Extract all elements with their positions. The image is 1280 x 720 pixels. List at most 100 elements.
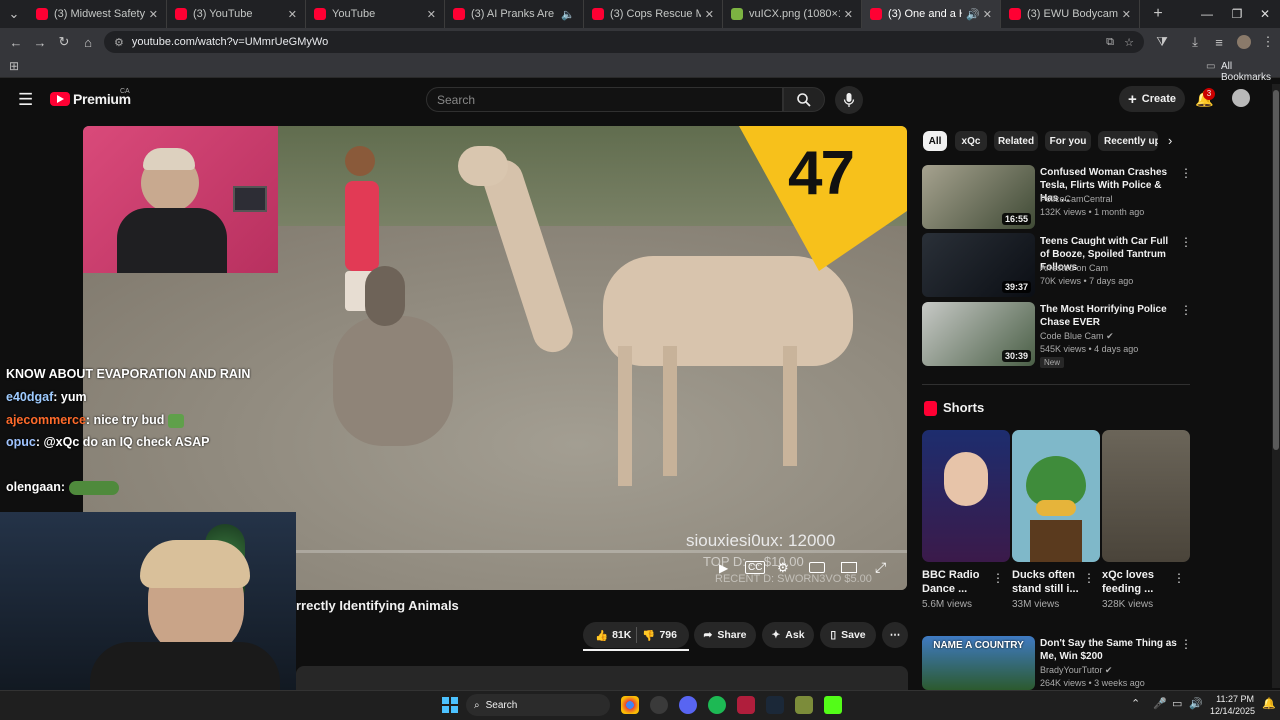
install-app-icon[interactable]: ⧉ [1106,36,1114,49]
short-title[interactable]: xQc loves feeding ... [1102,568,1180,596]
close-window-button[interactable]: ✕ [1250,0,1280,28]
browser-menu-icon[interactable]: ⋮ [1256,30,1280,54]
app-taskbar-icon[interactable] [795,696,813,714]
windows-start-icon[interactable] [442,697,458,713]
search-input[interactable]: Search [426,87,783,112]
rec-thumbnail[interactable]: NAME A COUNTRY [922,636,1035,690]
close-tab-icon[interactable]: ✕ [288,8,297,21]
browser-tab[interactable]: (3) AI Pranks Are Trash🔈 [445,0,584,28]
app-taskbar-icon[interactable] [737,696,755,714]
close-tab-icon[interactable]: ✕ [705,8,714,21]
steam-taskbar-icon[interactable] [766,696,784,714]
rec-title[interactable]: The Most Horrifying Police Chase EVER [1040,303,1178,329]
chevron-right-icon[interactable]: › [1168,133,1172,148]
like-button[interactable]: 👍 81K [595,629,631,642]
close-tab-icon[interactable]: ✕ [149,8,158,21]
media-controls-icon[interactable]: ≡ [1207,30,1231,54]
chip-all[interactable]: All [923,131,947,151]
share-button[interactable]: ➦ Share [694,622,756,648]
close-tab-icon[interactable]: ✕ [427,8,436,21]
minimize-button[interactable]: — [1192,0,1222,28]
chevron-up-icon[interactable]: ⌃ [1131,697,1140,710]
account-avatar[interactable] [1232,89,1250,107]
tab-search-icon[interactable]: ⌄ [0,2,28,26]
taskbar-search[interactable]: ⌕ Search [466,694,610,716]
short-title[interactable]: BBC Radio Dance ... [922,568,1000,596]
fullscreen-icon[interactable]: ⤢ [875,559,886,576]
reload-button[interactable]: ↻ [52,30,76,54]
scrollbar-thumb[interactable] [1273,90,1279,450]
youtube-logo-icon[interactable] [50,92,70,106]
chip-for-you[interactable]: For you [1045,131,1091,151]
address-bar[interactable]: ⚙ youtube.com/watch?v=UMmrUeGMyWo ⧉ ☆ [104,31,1144,53]
theater-mode-icon[interactable] [841,562,857,573]
settings-gear-icon[interactable]: ⚙ [777,560,789,576]
browser-tab[interactable]: YouTube ✕ [306,0,445,28]
clock-date[interactable]: 12/14/2025 [1210,706,1255,716]
miniplayer-icon[interactable] [809,562,825,573]
rec-channel[interactable]: Code Blue Cam ✔ [1040,330,1180,343]
mute-tab-icon[interactable]: 🔈 [561,8,575,21]
back-button[interactable]: ← [4,30,28,54]
search-button[interactable] [783,87,825,112]
browser-tab[interactable]: (3) Midwest Safety - YouT✕ [28,0,167,28]
rec-channel[interactable]: BradyYourTutor ✔ [1040,664,1180,677]
short-menu-icon[interactable]: ⋮ [992,571,1004,585]
rec-menu-icon[interactable]: ⋮ [1180,235,1192,249]
notification-center-icon[interactable]: 🔔 [1262,697,1276,710]
browser-tab[interactable]: (3) EWU Bodycam - YouTu✕ [1001,0,1140,28]
browser-tab[interactable]: (3) Cops Rescue Missing T✕ [584,0,723,28]
microphone-icon[interactable]: 🎤 [1153,697,1167,710]
forward-button[interactable]: → [28,30,52,54]
downloads-icon[interactable]: ⤓ [1183,30,1207,54]
voice-search-button[interactable] [835,86,863,114]
rec-menu-icon[interactable]: ⋮ [1180,166,1192,180]
rec-menu-icon[interactable]: ⋮ [1180,637,1192,651]
bookmark-star-icon[interactable]: ☆ [1124,36,1134,49]
site-info-icon[interactable]: ⚙ [114,36,124,49]
rec-thumbnail[interactable]: 16:55 [922,165,1035,229]
rec-thumbnail[interactable]: 30:39 [922,302,1035,366]
description-box[interactable] [296,666,908,690]
chip-related[interactable]: Related [994,131,1038,151]
short-thumbnail[interactable] [1102,430,1190,562]
short-thumbnail[interactable] [1012,430,1100,562]
apps-grid-icon[interactable]: ⊞ [9,59,19,73]
browser-tab[interactable]: (3) YouTube ✕ [167,0,306,28]
short-title[interactable]: Ducks often stand still i... [1012,568,1090,596]
close-tab-icon[interactable]: ✕ [1122,8,1131,21]
save-button[interactable]: ▯ Save [820,622,876,648]
play-button[interactable]: ▶ [719,561,728,575]
kick-taskbar-icon[interactable] [824,696,842,714]
audio-playing-icon[interactable]: 🔊 ✕ [966,8,992,21]
ask-button[interactable]: ✦ Ask [762,622,814,648]
page-scrollbar[interactable] [1272,84,1280,688]
discord-taskbar-icon[interactable] [679,696,697,714]
profile-avatar[interactable] [1237,35,1251,49]
new-tab-button[interactable]: + [1146,2,1170,26]
menu-hamburger-icon[interactable]: ☰ [18,90,33,110]
spotify-taskbar-icon[interactable] [708,696,726,714]
captions-button[interactable]: CC [745,561,766,574]
create-button[interactable]: + Create [1119,86,1185,112]
chip-xqc[interactable]: xQc [955,131,987,151]
rec-thumbnail[interactable]: 39:37 [922,233,1035,297]
volume-icon[interactable]: 🔊 [1189,697,1203,710]
rec-channel[interactable]: PoliceCamCentral [1040,193,1180,206]
dislike-button[interactable]: 👎 796 [642,629,677,642]
app-taskbar-icon[interactable] [650,696,668,714]
browser-tab-active[interactable]: (3) One and a Half M🔊 ✕ [862,0,1001,28]
chrome-taskbar-icon[interactable] [621,696,639,714]
rec-title[interactable]: Don't Say the Same Thing as Me, Win $200 [1040,637,1178,663]
short-menu-icon[interactable]: ⋮ [1173,571,1185,585]
rec-channel[interactable]: Arrested on Cam [1040,262,1180,275]
clock-time[interactable]: 11:27 PM [1210,694,1254,704]
extensions-icon[interactable]: ⧩ [1150,30,1174,54]
home-button[interactable]: ⌂ [76,30,100,54]
short-menu-icon[interactable]: ⋮ [1083,571,1095,585]
close-tab-icon[interactable]: ✕ [844,8,853,21]
restore-button[interactable]: ❐ [1222,0,1252,28]
rec-menu-icon[interactable]: ⋮ [1180,303,1192,317]
short-thumbnail[interactable] [922,430,1010,562]
more-actions-button[interactable]: ⋯ [882,622,908,648]
